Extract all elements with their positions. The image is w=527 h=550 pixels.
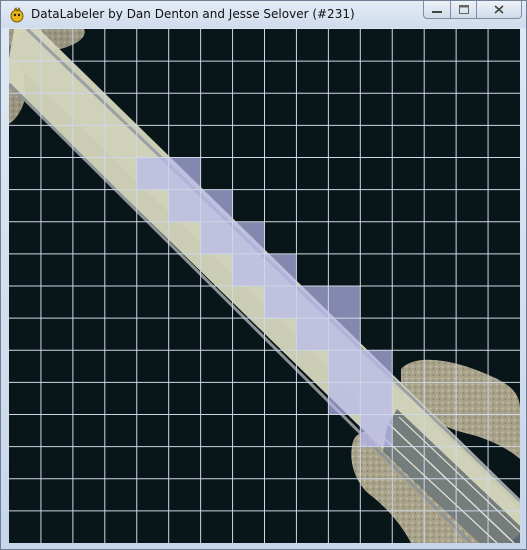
labeled-cell[interactable] xyxy=(200,189,233,222)
labeled-cell[interactable] xyxy=(328,382,361,415)
title-bar[interactable]: DataLabeler by Dan Denton and Jesse Selo… xyxy=(1,1,526,28)
labeled-cell[interactable] xyxy=(296,286,329,319)
labeled-cell[interactable] xyxy=(360,350,393,383)
window-title: DataLabeler by Dan Denton and Jesse Selo… xyxy=(31,7,355,21)
labeled-cell[interactable] xyxy=(328,286,361,319)
app-window: DataLabeler by Dan Denton and Jesse Selo… xyxy=(0,0,527,550)
labeled-cell[interactable] xyxy=(168,189,201,222)
maximize-icon xyxy=(458,5,469,14)
labeled-cell[interactable] xyxy=(200,221,233,254)
close-button[interactable] xyxy=(476,1,522,19)
labeled-cell[interactable] xyxy=(264,286,297,319)
labeled-cell[interactable] xyxy=(232,221,265,254)
labeled-cell[interactable] xyxy=(232,253,265,286)
image-canvas[interactable] xyxy=(9,29,520,543)
labeled-cell[interactable] xyxy=(296,318,329,351)
maximize-button[interactable] xyxy=(450,1,476,19)
labeled-cell[interactable] xyxy=(328,350,361,383)
minimize-icon xyxy=(432,10,442,13)
close-icon xyxy=(494,5,504,14)
labeled-cell[interactable] xyxy=(136,157,169,190)
labeled-cell[interactable] xyxy=(360,414,393,447)
minimize-button[interactable] xyxy=(423,1,450,19)
labeled-cell[interactable] xyxy=(168,157,201,190)
pygame-snake-icon xyxy=(9,6,25,23)
labeled-cell[interactable] xyxy=(360,382,393,415)
window-controls xyxy=(423,1,522,20)
aerial-image[interactable] xyxy=(9,29,520,543)
labeled-cell[interactable] xyxy=(264,253,297,286)
labeled-cell[interactable] xyxy=(328,318,361,351)
